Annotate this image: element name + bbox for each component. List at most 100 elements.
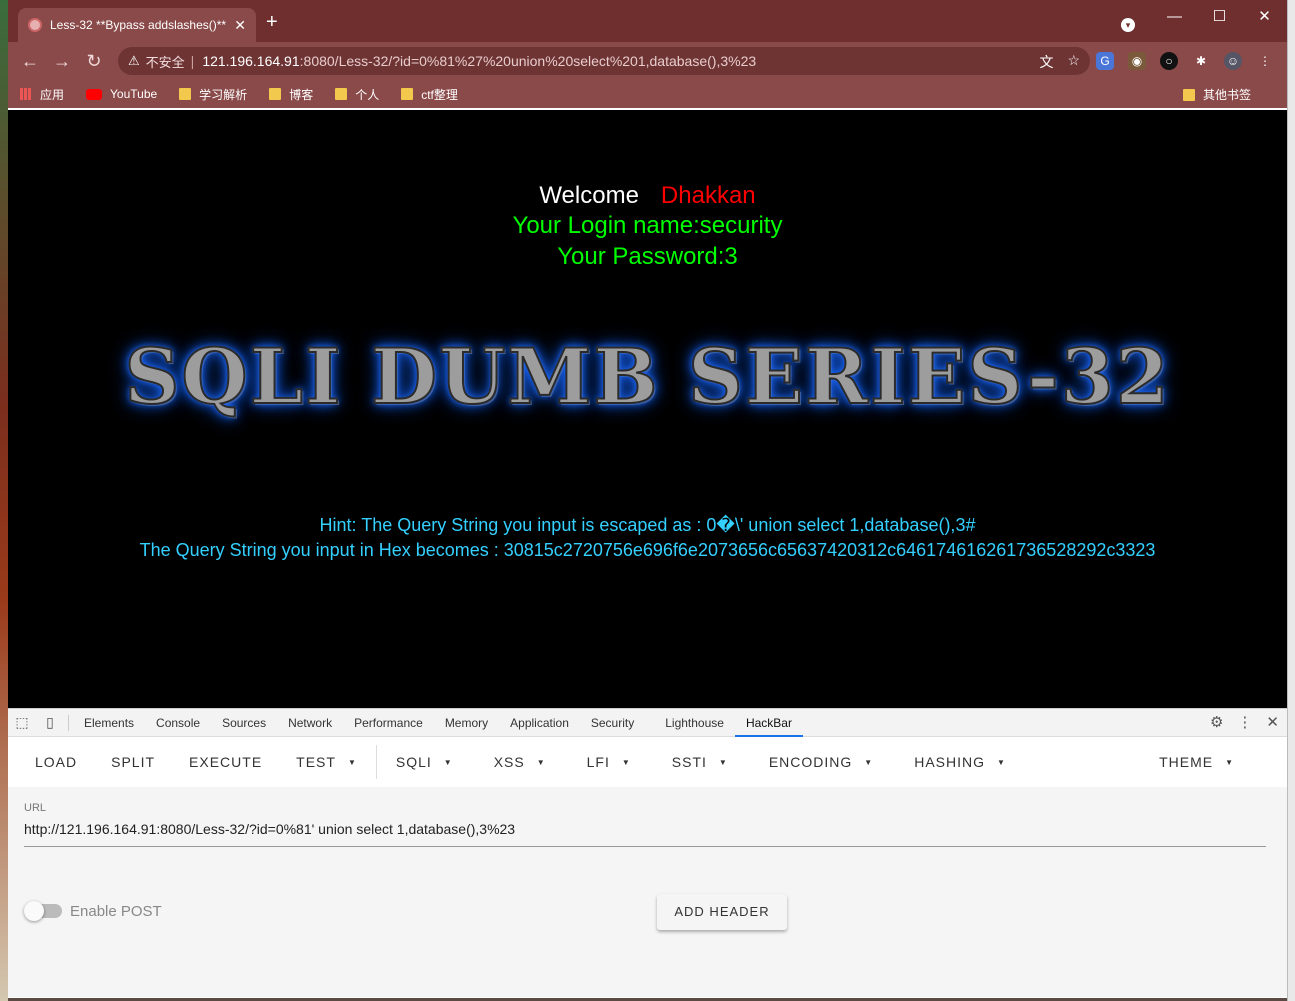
bookmark-folder-study[interactable]: 学习解析 bbox=[179, 86, 247, 103]
close-window-button[interactable]: ✕ bbox=[1242, 7, 1287, 25]
address-bar[interactable]: ⚠ 不安全 | 121.196.164.91 :8080/Less-32/?id… bbox=[118, 47, 1090, 75]
extension-icons: G ◉ ○ ✱ ☺ ⋮ bbox=[1096, 52, 1274, 70]
tab-performance[interactable]: Performance bbox=[343, 709, 434, 737]
folder-icon bbox=[179, 88, 192, 100]
hackbar-url-area: URL http://121.196.164.91:8080/Less-32/?… bbox=[8, 787, 1287, 997]
enable-post-toggle[interactable] bbox=[24, 901, 62, 921]
tab-elements[interactable]: Elements bbox=[73, 709, 145, 737]
page-content: Welcome Dhakkan Your Login name:security … bbox=[8, 110, 1287, 708]
tab-network[interactable]: Network bbox=[277, 709, 343, 737]
ssti-label: SSTI bbox=[671, 754, 707, 770]
other-bookmarks[interactable]: 其他书签 bbox=[1182, 86, 1251, 103]
circle-extension-icon[interactable]: ○ bbox=[1160, 52, 1178, 70]
sqli-label: SQLI bbox=[395, 754, 432, 770]
bookmark-label: 应用 bbox=[40, 87, 65, 102]
tab-close-icon[interactable]: ✕ bbox=[234, 17, 246, 34]
puzzle-extensions-icon[interactable]: ✱ bbox=[1192, 52, 1210, 70]
browser-toolbar: ← → ↻ ⚠ 不安全 | 121.196.164.91 :8080/Less-… bbox=[8, 42, 1287, 80]
bookmark-label: 学习解析 bbox=[199, 87, 248, 102]
maximize-button[interactable]: ☐ bbox=[1197, 7, 1242, 25]
back-arrow-icon[interactable]: ← bbox=[14, 51, 46, 72]
inspect-element-icon[interactable]: ⬚ bbox=[8, 714, 36, 731]
tab-security[interactable]: Security bbox=[580, 709, 654, 737]
insecure-label: 不安全 bbox=[145, 54, 185, 70]
encoding-label: ENCODING bbox=[768, 754, 853, 770]
tab-hackbar[interactable]: HackBar bbox=[734, 709, 803, 737]
close-icon[interactable]: ✕ bbox=[1266, 713, 1279, 731]
translate-extension-icon[interactable]: G bbox=[1096, 52, 1114, 70]
caret-down-icon: ▼ bbox=[536, 757, 546, 767]
execute-label: EXECUTE bbox=[189, 754, 263, 770]
minimize-button[interactable]: — bbox=[1152, 8, 1197, 25]
gear-icon[interactable]: ⚙ bbox=[1210, 713, 1223, 731]
bookmark-star-icon[interactable]: ☆ bbox=[1067, 52, 1080, 72]
kebab-menu-icon[interactable]: ⋮ bbox=[1237, 713, 1252, 731]
login-name-text: Your Login name:security bbox=[512, 212, 783, 239]
add-header-button[interactable]: ADD HEADER bbox=[657, 894, 787, 930]
caret-down-icon: ▼ bbox=[997, 757, 1006, 767]
apps-icon bbox=[20, 88, 32, 100]
encoding-dropdown[interactable]: ENCODING ▼ bbox=[745, 754, 890, 770]
address-separator: | bbox=[190, 53, 195, 69]
bookmark-label: 博客 bbox=[289, 87, 314, 102]
hashing-dropdown[interactable]: HASHING ▼ bbox=[890, 754, 1023, 770]
window-controls: — ☐ ✕ bbox=[1152, 0, 1287, 32]
toggle-knob bbox=[24, 901, 44, 921]
caret-down-icon: ▼ bbox=[621, 757, 631, 767]
device-toolbar-icon[interactable]: ▯ bbox=[36, 714, 64, 731]
profile-menu-icon[interactable]: ▾ bbox=[1121, 18, 1135, 32]
load-button[interactable]: LOAD bbox=[18, 754, 94, 770]
password-text: Your Password:3 bbox=[557, 243, 738, 270]
caret-down-icon: ▼ bbox=[864, 757, 874, 767]
bookmark-apps[interactable]: 应用 bbox=[20, 86, 64, 103]
ssti-dropdown[interactable]: SSTI ▼ bbox=[648, 754, 745, 770]
bookmark-folder-blog[interactable]: 博客 bbox=[269, 86, 313, 103]
bookmark-label: 个人 bbox=[355, 87, 380, 102]
xss-dropdown[interactable]: XSS ▼ bbox=[470, 754, 563, 770]
forward-arrow-icon[interactable]: → bbox=[46, 51, 78, 72]
caret-down-icon: ▼ bbox=[443, 757, 453, 767]
bookmark-youtube[interactable]: YouTube bbox=[86, 87, 157, 101]
bookmark-label: ctf整理 bbox=[421, 87, 458, 102]
url-textarea[interactable]: http://121.196.164.91:8080/Less-32/?id=0… bbox=[24, 821, 1266, 847]
warning-icon: ⚠ bbox=[128, 53, 140, 68]
bookmark-folder-ctf[interactable]: ctf整理 bbox=[401, 86, 458, 103]
devtools-actions: ⚙ ⋮ ✕ bbox=[1210, 713, 1279, 731]
test-dropdown[interactable]: TEST ▼ bbox=[279, 754, 374, 770]
translate-icon[interactable]: 文 bbox=[1039, 52, 1053, 72]
split-button[interactable]: SPLIT bbox=[94, 754, 172, 770]
omnibox-actions: 文 ☆ bbox=[1039, 52, 1080, 72]
url-path: :8080/Less-32/?id=0%81%27%20union%20sele… bbox=[299, 53, 757, 69]
caret-down-icon: ▼ bbox=[347, 757, 357, 767]
tab-lighthouse[interactable]: Lighthouse bbox=[654, 709, 735, 737]
test-label: TEST bbox=[296, 754, 336, 770]
hackbar-menu: LOAD SPLIT EXECUTE TEST ▼ SQLI ▼ XSS ▼ LFI ▼… bbox=[8, 738, 1287, 786]
avatar[interactable]: ☺ bbox=[1224, 52, 1242, 70]
youtube-icon bbox=[86, 88, 103, 100]
reload-icon[interactable]: ↻ bbox=[78, 51, 110, 72]
enable-post-label: Enable POST bbox=[70, 903, 162, 920]
other-bookmarks-label: 其他书签 bbox=[1202, 88, 1251, 102]
caret-down-icon: ▼ bbox=[718, 757, 728, 767]
bookmark-folder-personal[interactable]: 个人 bbox=[335, 86, 379, 103]
load-label: LOAD bbox=[35, 754, 78, 770]
sqli-dropdown[interactable]: SQLI ▼ bbox=[379, 754, 470, 770]
desktop-backdrop-left bbox=[0, 0, 8, 1001]
url-host: 121.196.164.91 bbox=[202, 53, 300, 69]
execute-button[interactable]: EXECUTE bbox=[172, 754, 279, 770]
new-tab-button[interactable]: + bbox=[266, 12, 278, 32]
tab-application[interactable]: Application bbox=[499, 709, 580, 737]
owl-extension-icon[interactable]: ◉ bbox=[1128, 52, 1146, 70]
tab-memory[interactable]: Memory bbox=[434, 709, 499, 737]
globe-icon bbox=[28, 18, 42, 32]
hashing-label: HASHING bbox=[914, 754, 985, 770]
lfi-dropdown[interactable]: LFI ▼ bbox=[563, 754, 648, 770]
theme-dropdown[interactable]: THEME ▼ bbox=[1142, 754, 1251, 770]
devtools-divider bbox=[68, 714, 69, 731]
browser-tab[interactable]: Less-32 **Bypass addslashes()** ✕ bbox=[18, 8, 256, 42]
tab-console[interactable]: Console bbox=[145, 709, 211, 737]
kebab-menu-icon[interactable]: ⋮ bbox=[1256, 52, 1274, 70]
welcome-text: Welcome bbox=[539, 182, 639, 209]
tab-sources[interactable]: Sources bbox=[211, 709, 277, 737]
hint-text: Hint: The Query String you input is esca… bbox=[319, 515, 976, 535]
